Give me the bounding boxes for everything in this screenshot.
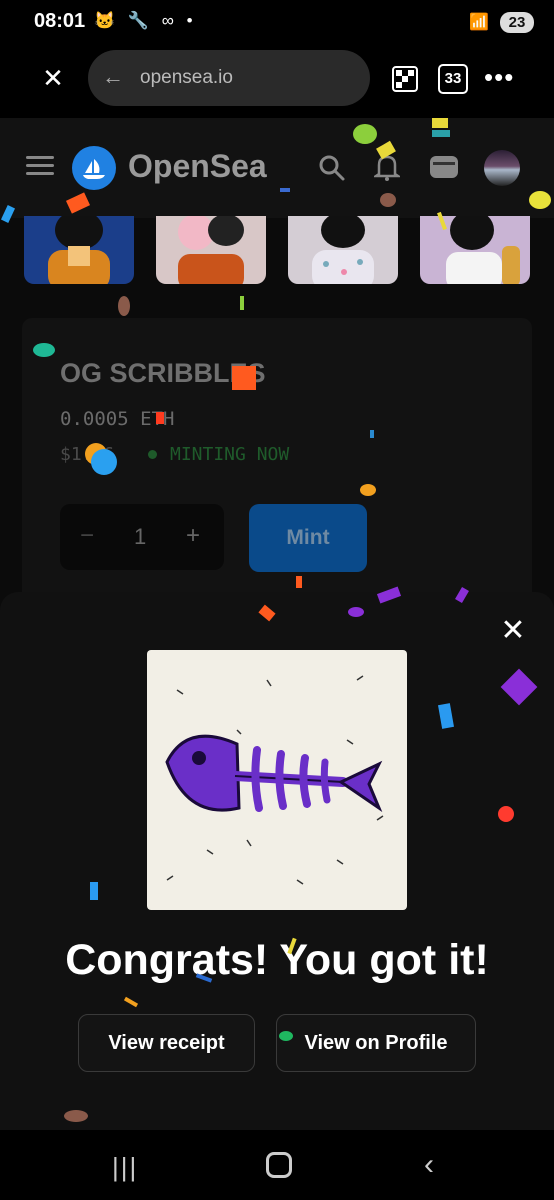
close-tab-icon[interactable]: ✕	[40, 64, 66, 92]
back-arrow-icon[interactable]: ←	[102, 64, 124, 90]
brand-name[interactable]: OpenSea	[128, 148, 267, 185]
status-time: 08:01	[34, 10, 86, 32]
avatar[interactable]	[484, 150, 520, 186]
address-bar[interactable]: ← opensea.io	[88, 50, 370, 106]
view-receipt-button[interactable]: View receipt	[78, 1014, 255, 1072]
recents-icon[interactable]: |||	[112, 1152, 138, 1183]
status-bar: 08:01 🐱 🔧 ∞ • 📶 23	[0, 0, 554, 44]
nft-thumbnail[interactable]	[156, 216, 266, 284]
view-profile-button[interactable]: View on Profile	[276, 1014, 476, 1072]
success-heading: Congrats! You got it!	[65, 936, 489, 984]
nft-thumbnail[interactable]	[24, 216, 134, 284]
nft-thumbnail[interactable]	[288, 216, 398, 284]
increment-icon[interactable]: +	[186, 522, 200, 550]
nft-thumbnail[interactable]	[420, 216, 530, 284]
wallet-icon[interactable]	[430, 156, 458, 178]
qr-scan-icon[interactable]	[392, 66, 418, 92]
collection-title: OG SCRIBBLES	[60, 358, 266, 388]
battery-indicator: 23	[500, 12, 534, 33]
tab-count-button[interactable]: 33	[438, 64, 468, 94]
close-icon[interactable]: ✕	[498, 616, 528, 646]
mint-price: 0.0005 ETH	[60, 408, 175, 430]
minted-nft-image	[147, 650, 407, 910]
decrement-icon[interactable]: −	[80, 522, 94, 550]
bell-icon[interactable]	[371, 152, 403, 187]
wifi-signal-icon: 📶	[469, 14, 490, 31]
home-icon[interactable]	[266, 1152, 292, 1178]
collection-thumbnails	[0, 216, 554, 288]
opensea-logo-icon[interactable]	[72, 146, 116, 190]
system-nav-bar: ||| ‹	[0, 1130, 554, 1200]
search-icon[interactable]	[318, 154, 346, 187]
notification-icons: 🐱 🔧 ∞ •	[94, 11, 197, 30]
status-dot-icon	[148, 450, 157, 459]
back-icon[interactable]: ‹	[424, 1148, 434, 1182]
quantity-stepper: − 1 +	[60, 504, 224, 570]
site-header: OpenSea	[0, 118, 554, 218]
menu-icon[interactable]	[26, 156, 54, 176]
usd-price: $1.86	[60, 444, 115, 465]
minting-status: MINTING NOW	[170, 444, 290, 465]
more-options-icon[interactable]: •••	[484, 62, 514, 93]
quantity-value[interactable]: 1	[134, 524, 146, 550]
mint-button[interactable]: Mint	[249, 504, 367, 572]
mint-success-modal: ✕ Congrats! You got it! View receipt Vie…	[0, 592, 554, 1132]
url-text[interactable]: opensea.io	[140, 67, 233, 89]
browser-toolbar: ✕ ← opensea.io 33 •••	[0, 44, 554, 118]
